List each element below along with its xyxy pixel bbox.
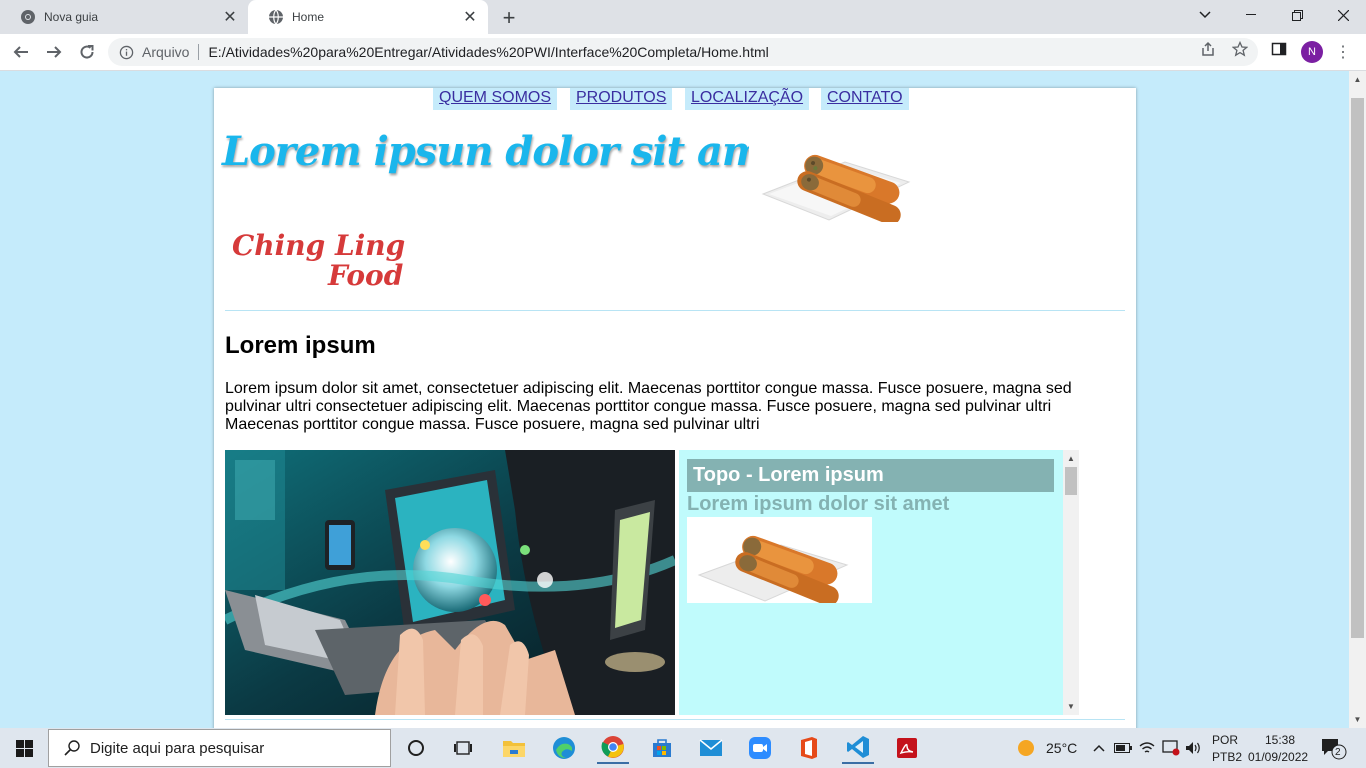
ching-ling-food-logo: Ching Ling Food	[230, 223, 430, 293]
address-bar[interactable]: Arquivo E:/Atividades%20para%20Entregar/…	[108, 38, 1258, 66]
aside-scroll-thumb[interactable]	[1065, 467, 1077, 495]
profile-avatar[interactable]: N	[1301, 41, 1323, 63]
clock-date[interactable]: 01/09/2022	[1248, 750, 1308, 764]
svg-text:Ching Ling: Ching Ling	[232, 229, 405, 262]
weather-temperature[interactable]: 25°C	[1046, 740, 1077, 756]
url-text: E:/Atividades%20para%20Entregar/Atividad…	[208, 44, 769, 60]
chrome-icon	[20, 9, 36, 25]
taskbar-search-input[interactable]: Digite aqui para pesquisar	[48, 729, 391, 767]
globe-icon	[268, 9, 284, 25]
tab-title: Home	[292, 10, 325, 24]
divider	[198, 44, 200, 60]
weather-sun-icon[interactable]	[1010, 732, 1042, 764]
svg-text:Food: Food	[327, 259, 403, 292]
back-arrow-icon[interactable]	[9, 40, 33, 64]
mail-icon[interactable]	[695, 732, 727, 764]
zoom-icon[interactable]	[744, 732, 776, 764]
share-icon[interactable]	[1197, 38, 1219, 60]
tab-strip: Nova guia ✕ Home ✕ +	[0, 0, 1366, 34]
side-panel-icon[interactable]	[1268, 38, 1290, 60]
nav-link-localizacao[interactable]: LOCALIZAÇÃO	[685, 88, 810, 110]
aside-panel[interactable]: Topo - Lorem ipsum Lorem ipsum dolor sit…	[679, 450, 1079, 715]
page-container: QUEM SOMOS PRODUTOS LOCALIZAÇÃO CONTATO …	[214, 88, 1136, 728]
scroll-down-icon[interactable]: ▼	[1063, 698, 1079, 715]
reload-icon[interactable]	[75, 40, 99, 64]
section-paragraph: Lorem ipsum dolor sit amet, consectetuer…	[225, 380, 1072, 433]
nav-link-produtos[interactable]: PRODUTOS	[570, 88, 673, 110]
close-icon[interactable]: ✕	[462, 9, 478, 26]
page-scrollbar[interactable]: ▲ ▼	[1349, 71, 1366, 728]
acrobat-icon[interactable]	[891, 732, 923, 764]
cortana-icon[interactable]	[400, 732, 432, 764]
chrome-taskbar-icon[interactable]	[597, 732, 629, 764]
aside-subtitle: Lorem ipsum dolor sit amet	[687, 493, 950, 515]
forward-arrow-icon[interactable]	[42, 40, 66, 64]
task-view-icon[interactable]	[447, 732, 479, 764]
volume-icon[interactable]	[1184, 732, 1204, 764]
info-icon[interactable]	[118, 44, 134, 60]
notification-count: 2	[1335, 747, 1341, 758]
page-viewport: QUEM SOMOS PRODUTOS LOCALIZAÇÃO CONTATO …	[0, 71, 1349, 728]
file-explorer-icon[interactable]	[498, 732, 530, 764]
browser-toolbar: Arquivo E:/Atividades%20para%20Entregar/…	[0, 34, 1366, 71]
edge-icon[interactable]	[548, 732, 580, 764]
top-navigation: QUEM SOMOS PRODUTOS LOCALIZAÇÃO CONTATO	[214, 88, 1136, 110]
section-title: Lorem ipsum	[225, 332, 376, 359]
scroll-down-icon[interactable]: ▼	[1349, 711, 1366, 728]
aside-title: Topo - Lorem ipsum	[687, 459, 1054, 492]
tab-search-chevron-icon[interactable]	[1182, 0, 1228, 30]
bookmark-star-icon[interactable]	[1229, 38, 1251, 60]
menu-dots-icon[interactable]: ⋮	[1335, 41, 1351, 63]
tab-home[interactable]: Home ✕	[248, 0, 488, 34]
tab-nova-guia[interactable]: Nova guia ✕	[0, 0, 248, 34]
chevron-up-icon[interactable]	[1090, 732, 1108, 764]
nav-link-contato[interactable]: CONTATO	[821, 88, 909, 110]
page-scroll-thumb[interactable]	[1351, 98, 1364, 638]
security-label: Arquivo	[142, 44, 190, 60]
search-icon	[62, 740, 82, 756]
new-tab-button[interactable]: +	[498, 5, 520, 30]
notifications-icon[interactable]	[1318, 732, 1348, 764]
keyboard-layout-indicator[interactable]: PTB2	[1212, 750, 1242, 764]
scroll-up-icon[interactable]: ▲	[1063, 450, 1079, 467]
divider	[225, 310, 1125, 311]
restore-icon[interactable]	[1274, 0, 1320, 30]
nav-link-quem-somos[interactable]: QUEM SOMOS	[433, 88, 558, 110]
close-window-icon[interactable]	[1320, 0, 1366, 30]
scroll-up-icon[interactable]: ▲	[1349, 71, 1366, 88]
minimize-icon[interactable]	[1228, 0, 1274, 30]
spring-rolls-image	[749, 136, 935, 225]
microsoft-store-icon[interactable]	[646, 732, 678, 764]
clock-time[interactable]: 15:38	[1265, 733, 1295, 747]
close-icon[interactable]: ✕	[222, 9, 238, 26]
display-icon[interactable]	[1160, 732, 1182, 764]
technology-laptop-image	[225, 450, 675, 715]
tab-title: Nova guia	[44, 10, 99, 24]
vscode-icon[interactable]	[842, 732, 874, 764]
windows-taskbar: Digite aqui para pesquisar 25°C POR PTB2…	[0, 728, 1366, 768]
search-placeholder: Digite aqui para pesquisar	[90, 739, 265, 757]
wifi-icon[interactable]	[1137, 732, 1157, 764]
language-indicator[interactable]: POR	[1212, 733, 1238, 747]
aside-scrollbar[interactable]: ▲ ▼	[1063, 450, 1079, 715]
battery-icon[interactable]	[1113, 732, 1133, 764]
windows-start-icon[interactable]	[0, 728, 48, 768]
divider	[225, 719, 1125, 720]
office-icon[interactable]	[793, 732, 825, 764]
site-title: Lorem ipsun dolor sit amet	[222, 128, 806, 175]
spring-rolls-thumbnail	[687, 517, 872, 606]
